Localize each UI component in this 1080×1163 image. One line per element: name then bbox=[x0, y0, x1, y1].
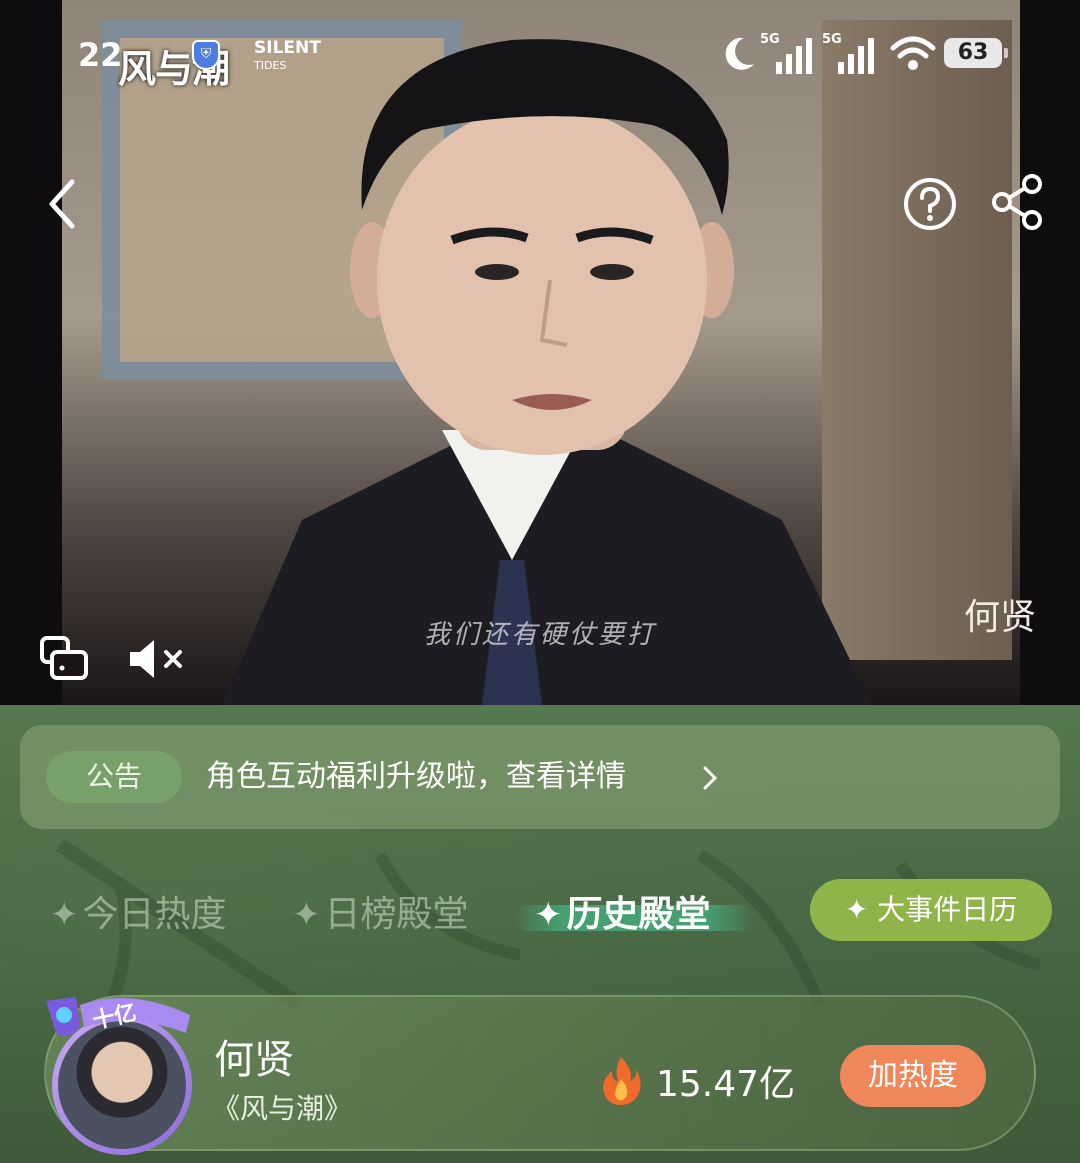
tab-label: 历史殿堂 bbox=[566, 894, 711, 935]
sparkle-icon: ✦ bbox=[50, 895, 79, 935]
wifi-icon bbox=[890, 36, 936, 70]
battery-level: 63 bbox=[944, 38, 1008, 68]
share-icon[interactable] bbox=[988, 172, 1048, 232]
announcement-text[interactable]: 角色互动福利升级啦，查看详情 bbox=[206, 753, 626, 801]
vpn-shield-icon: ⛨ bbox=[192, 40, 220, 70]
chevron-right-icon bbox=[703, 766, 718, 790]
signal-1-icon: 5G bbox=[760, 32, 820, 82]
tab-label: 今日热度 bbox=[82, 894, 227, 935]
add-heat-button[interactable]: 加热度 bbox=[840, 1045, 986, 1107]
character-name: 何贤 bbox=[214, 1037, 294, 1083]
announcement-tag: 公告 bbox=[46, 751, 182, 803]
help-icon[interactable] bbox=[902, 176, 958, 232]
signal-2-icon: 5G bbox=[822, 32, 882, 82]
pip-icon[interactable] bbox=[38, 634, 92, 684]
network-label-2: 5G bbox=[822, 32, 842, 47]
back-icon[interactable] bbox=[40, 176, 90, 232]
video-player[interactable]: 我们还有硬仗要打 何贤 22 风与潮 ⛨ SILENT TIDES 5G 5G bbox=[0, 0, 1080, 705]
sparkle-icon: ✦ bbox=[292, 895, 321, 935]
events-calendar-button[interactable]: ✦ 大事件日历 bbox=[810, 879, 1052, 941]
tab-history-hall[interactable]: ✦ 历史殿堂 bbox=[534, 885, 711, 937]
actor-figure bbox=[222, 39, 872, 705]
sparkle-icon: ✦ bbox=[534, 895, 563, 935]
mute-icon[interactable] bbox=[124, 634, 188, 684]
fire-icon bbox=[603, 1057, 641, 1105]
network-label-1: 5G bbox=[760, 32, 780, 47]
tab-daily-hall[interactable]: ✦ 日榜殿堂 bbox=[292, 885, 469, 937]
tab-label: 日榜殿堂 bbox=[324, 894, 469, 935]
show-logo-en-line1: SILENT bbox=[254, 38, 321, 58]
ranking-panel: 公告 角色互动福利升级啦，查看详情 ✦ 今日热度 ✦ 日榜殿堂 ✦ 历史殿堂 ✦ 大事… bbox=[0, 705, 1080, 1163]
show-logo-en-line2: TIDES bbox=[254, 59, 287, 72]
video-frame bbox=[62, 0, 1020, 705]
status-bar: 22 风与潮 ⛨ SILENT TIDES 5G 5G 63 bbox=[0, 28, 1080, 91]
heat-value: 15.47亿 bbox=[656, 1064, 796, 1105]
character-show: 《风与潮》 bbox=[212, 1092, 353, 1125]
video-corner-name: 何贤 bbox=[963, 597, 1036, 638]
announcement-bar[interactable]: 公告 角色互动福利升级啦，查看详情 bbox=[20, 725, 1060, 829]
status-time: 22 bbox=[78, 36, 123, 74]
tab-today-heat[interactable]: ✦ 今日热度 bbox=[50, 885, 227, 937]
show-logo-en: SILENT TIDES bbox=[254, 40, 321, 74]
moon-icon bbox=[725, 37, 754, 70]
